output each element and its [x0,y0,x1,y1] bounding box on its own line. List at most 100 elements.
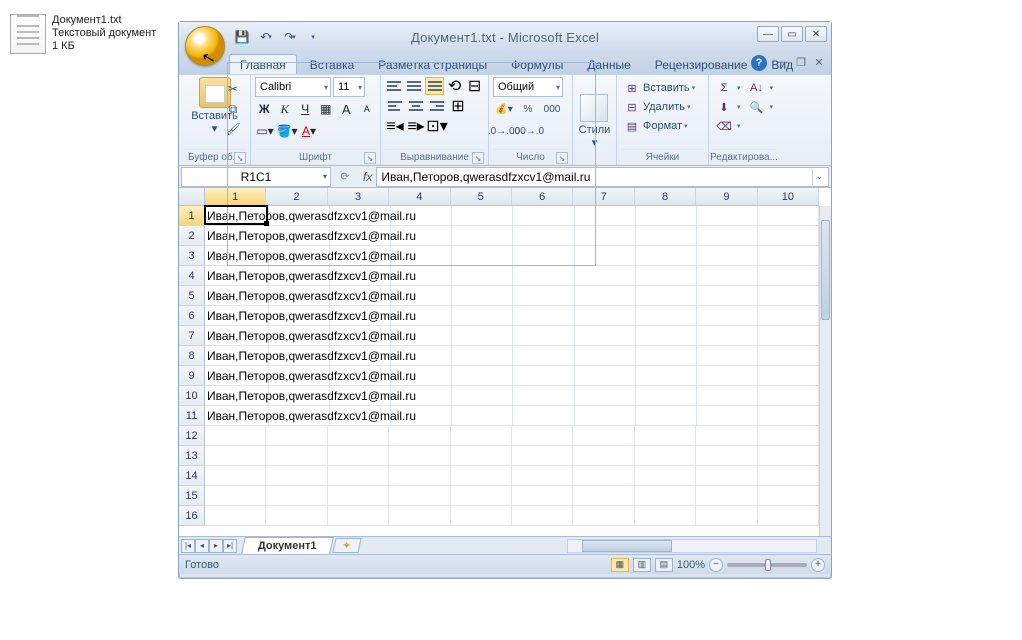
row-header[interactable]: 10 [179,386,205,406]
cell[interactable] [575,286,636,306]
row-header[interactable]: 9 [179,366,205,386]
fx-icon[interactable]: fx [363,170,372,184]
cell[interactable] [636,366,697,386]
cell[interactable] [758,326,819,346]
tab-data[interactable]: Данные [576,54,641,74]
merge-cells-button[interactable]: ⊞ [448,97,468,115]
cell[interactable] [328,506,389,526]
cell[interactable] [697,386,758,406]
cell[interactable] [697,286,758,306]
cell[interactable] [758,286,819,306]
row-header[interactable]: 4 [179,266,205,286]
align-center-button[interactable] [406,97,426,115]
increase-indent-button[interactable]: ≡▸ [406,117,426,135]
copy-button[interactable]: ⧉ [224,101,242,117]
dialog-launcher[interactable]: ↘ [556,152,568,164]
row-header[interactable]: 5 [179,286,205,306]
cell[interactable]: Иван,Петоров,qwerasdfzxcv1@mail.ru [205,286,269,306]
font-name-combo[interactable]: Calibri▾ [255,77,331,97]
row-header[interactable]: 14 [179,466,205,486]
sheet-tab-active[interactable]: Документ1 [241,537,333,554]
cell[interactable] [575,226,636,246]
cell[interactable] [573,506,634,526]
align-bottom-button[interactable] [425,77,444,95]
cell[interactable] [452,346,513,366]
dialog-launcher[interactable]: ↘ [364,152,376,164]
comma-format-button[interactable]: 000 [541,99,563,119]
view-normal-button[interactable]: ▦ [611,558,629,572]
cell[interactable]: Иван,Петоров,qwerasdfzxcv1@mail.ru [205,226,269,246]
tab-nav-last[interactable]: ▸| [223,539,237,553]
cell[interactable] [696,446,757,466]
cell[interactable] [636,246,697,266]
select-all-corner[interactable] [179,188,205,206]
minimize-button[interactable]: — [757,26,779,42]
cell[interactable] [266,486,327,506]
cell[interactable] [513,326,574,346]
dialog-launcher[interactable]: ↘ [472,152,484,164]
cell[interactable] [389,506,450,526]
cell[interactable] [697,346,758,366]
maximize-button[interactable]: ▭ [781,26,803,42]
cell[interactable] [758,346,819,366]
tab-review[interactable]: Рецензирование [644,54,759,74]
cell[interactable] [575,366,636,386]
cell[interactable] [758,406,819,426]
cell[interactable] [635,426,696,446]
cell[interactable] [389,446,450,466]
cell[interactable] [513,286,574,306]
styles-button[interactable]: Стили ▾ [579,94,611,149]
view-pagebreak-button[interactable]: ▤ [655,558,673,572]
cell[interactable] [696,426,757,446]
cell[interactable] [451,446,512,466]
scrollbar-thumb[interactable] [582,540,672,552]
insert-cells-button[interactable]: ⊞Вставить▾ [621,79,704,97]
row-header[interactable]: 13 [179,446,205,466]
cell[interactable] [451,506,512,526]
autosum-button[interactable]: Σ▾ [713,79,744,97]
cell[interactable] [451,466,512,486]
zoom-in-button[interactable]: + [811,558,825,572]
fill-color-button[interactable]: 🪣▾ [277,121,297,141]
cell[interactable] [758,226,819,246]
cell[interactable] [635,446,696,466]
cell[interactable] [328,466,389,486]
column-header[interactable]: 4 [389,188,450,206]
align-middle-button[interactable] [405,77,424,95]
qat-customize[interactable]: ▾ [303,26,325,48]
italic-button[interactable]: К [276,99,295,119]
cell[interactable] [452,386,513,406]
cell[interactable] [636,326,697,346]
cell[interactable] [573,426,634,446]
cell[interactable] [328,426,389,446]
cell[interactable] [696,466,757,486]
cell[interactable] [573,486,634,506]
cell[interactable] [758,506,819,526]
underline-button[interactable]: Ч [296,99,315,119]
cell[interactable] [758,486,819,506]
cell[interactable] [451,426,512,446]
zoom-slider-thumb[interactable] [765,559,771,571]
bold-button[interactable]: Ж [255,99,274,119]
tab-home[interactable]: Главная [229,54,297,74]
tab-page-layout[interactable]: Разметка страницы [367,54,498,74]
cell[interactable] [696,506,757,526]
cell[interactable] [636,386,697,406]
horizontal-scrollbar[interactable] [567,539,817,553]
tab-nav-next[interactable]: ▸ [209,539,223,553]
format-painter-button[interactable]: 🖌 [224,121,242,137]
font-size-combo[interactable]: 11▾ [333,77,365,97]
row-header[interactable]: 6 [179,306,205,326]
cell[interactable] [452,206,513,226]
cell[interactable] [513,346,574,366]
cell[interactable] [635,506,696,526]
row-header[interactable]: 7 [179,326,205,346]
cell[interactable]: Иван,Петоров,qwerasdfzxcv1@mail.ru [205,346,269,366]
cell[interactable] [575,306,636,326]
cell[interactable] [513,306,574,326]
align-top-button[interactable] [385,77,404,95]
cell[interactable] [205,486,266,506]
cell[interactable] [266,426,327,446]
cell[interactable] [697,306,758,326]
cell[interactable] [575,246,636,266]
